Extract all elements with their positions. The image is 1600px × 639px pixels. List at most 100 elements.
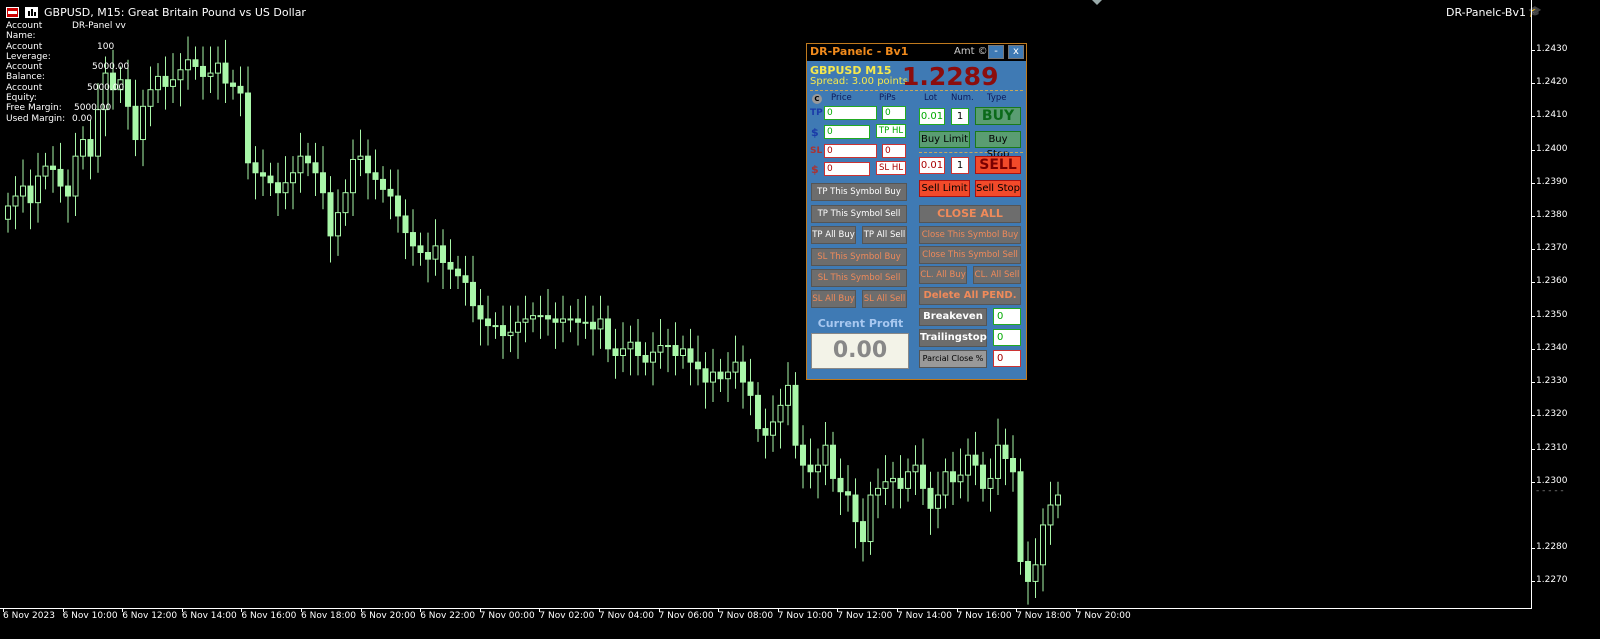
sell-stop-button[interactable]: Sell Stop (975, 180, 1021, 197)
candle (492, 312, 499, 339)
clear-c-button[interactable]: C (812, 94, 822, 104)
close-this-symbol-sell-button[interactable]: Close This Symbol Sell (919, 246, 1021, 264)
price-axis[interactable] (1531, 0, 1600, 609)
chart-area[interactable] (0, 0, 1600, 639)
candle-body (357, 155, 364, 160)
candle-body (5, 205, 11, 220)
partial-close-button[interactable]: Parcial Close % (919, 350, 987, 368)
account-value: 5000.00 (74, 103, 112, 114)
candle (1025, 541, 1031, 605)
last-price-marker: - - - - - (1536, 485, 1564, 496)
candle-body (552, 318, 559, 323)
candle-body (432, 245, 439, 260)
candle-body (747, 381, 754, 396)
partial-close-input[interactable]: 0 (993, 350, 1021, 367)
tp-this-symbol-sell-button[interactable]: TP This Symbol Sell (811, 205, 907, 223)
candle-body (477, 305, 484, 320)
close-panel-button[interactable]: x (1008, 45, 1024, 59)
candle-body (627, 341, 634, 350)
sl-dollar-input[interactable]: 0 (824, 162, 870, 176)
price-tick-label: 1.2400 (1536, 143, 1568, 154)
close-this-symbol-buy-button[interactable]: Close This Symbol Buy (919, 226, 1021, 244)
sell-limit-button[interactable]: Sell Limit (919, 180, 970, 197)
candle (267, 162, 274, 197)
price-tick-label: 1.2390 (1536, 176, 1568, 187)
amt-toggle[interactable]: Amt © (954, 46, 988, 57)
cl-all-buy-button[interactable]: CL. All Buy (919, 266, 967, 284)
candle (365, 139, 371, 200)
trading-panel[interactable]: DR-Panelc - Bv1 Amt © - x GBPUSD M15 Spr… (806, 43, 1027, 380)
candle-body (695, 361, 701, 370)
candle (837, 458, 844, 515)
candle-body (1025, 560, 1031, 582)
sl-dollar-label: $ (811, 163, 819, 176)
delete-all-pending-button[interactable]: Delete All PEND. (919, 287, 1021, 305)
expert-advisor-name: DR-Panelc-Bv1 (1446, 6, 1526, 19)
candle (5, 192, 11, 233)
sell-button[interactable]: SELL (975, 156, 1021, 174)
minimize-button[interactable]: - (988, 45, 1004, 59)
candle (650, 332, 656, 386)
candle (950, 451, 956, 506)
candle-body (245, 92, 251, 164)
price-tick-label: 1.2330 (1536, 376, 1568, 387)
tp-all-buy-button[interactable]: TP All Buy (811, 226, 856, 244)
candle (320, 146, 326, 210)
candle-body (845, 491, 851, 496)
candle (132, 79, 139, 157)
scroll-marker-icon[interactable] (1092, 0, 1102, 5)
buy-limit-button[interactable]: Buy Limit (919, 131, 970, 148)
candle (357, 129, 364, 177)
candle (972, 431, 979, 486)
sell-num-input[interactable]: 1 (951, 157, 969, 174)
candle-body (170, 79, 176, 87)
sl-this-symbol-sell-button[interactable]: SL This Symbol Sell (811, 269, 907, 287)
sl-pips-input[interactable]: 0 (882, 144, 906, 158)
sl-all-sell-button[interactable]: SL All Sell (862, 290, 907, 308)
trailingstop-button[interactable]: Trailingstop (919, 329, 987, 347)
candle (65, 169, 71, 223)
candle (957, 448, 964, 499)
sl-price-input[interactable]: 0 (824, 144, 877, 158)
price-tick (1531, 448, 1535, 450)
candle (237, 66, 244, 117)
account-key: Account Name: (6, 21, 43, 42)
breakeven-button[interactable]: Breakeven (919, 308, 987, 326)
trailingstop-input[interactable]: 0 (993, 329, 1021, 346)
time-tick (3, 608, 4, 612)
candle-body (320, 172, 326, 194)
cl-all-sell-button[interactable]: CL. All Sell (973, 266, 1021, 284)
buy-stop-button[interactable]: Buy Stop (975, 131, 1021, 160)
account-row: Account Balance: 5000.00 (6, 62, 129, 83)
breakeven-input[interactable]: 0 (993, 308, 1021, 325)
sl-label: SL (810, 146, 823, 156)
candle-body (935, 494, 941, 509)
buy-num-input[interactable]: 1 (951, 108, 969, 125)
candle-body (522, 318, 529, 323)
account-value: DR-Panel vv (72, 21, 126, 31)
chart-bars-icon[interactable] (25, 7, 38, 18)
candle-body (1055, 494, 1061, 506)
candle-body (35, 175, 41, 204)
tp-price-input[interactable]: 0 (824, 106, 877, 120)
sl-this-symbol-buy-button[interactable]: SL This Symbol Buy (811, 248, 907, 266)
candle (815, 448, 821, 499)
candle (770, 395, 776, 452)
candle (402, 199, 409, 260)
panel-header[interactable]: DR-Panelc - Bv1 Amt © - x (807, 44, 1026, 61)
buy-lot-input[interactable]: 0.01 (919, 108, 945, 125)
tp-hl-button[interactable]: TP HL (876, 124, 906, 138)
tp-dollar-input[interactable]: 0 (824, 125, 870, 139)
close-all-button[interactable]: CLOSE ALL (919, 205, 1021, 223)
buy-button[interactable]: BUY (975, 107, 1021, 125)
tp-this-symbol-buy-button[interactable]: TP This Symbol Buy (811, 183, 907, 201)
tp-pips-input[interactable]: 0 (882, 106, 906, 120)
candle-body (507, 331, 514, 337)
sell-lot-input[interactable]: 0.01 (919, 157, 945, 174)
tp-all-sell-button[interactable]: TP All Sell (862, 226, 907, 244)
candle-body (260, 172, 266, 177)
candle (605, 305, 611, 363)
sl-hl-button[interactable]: SL HL (876, 161, 906, 175)
sl-all-buy-button[interactable]: SL All Buy (811, 290, 856, 308)
candle (552, 302, 559, 349)
